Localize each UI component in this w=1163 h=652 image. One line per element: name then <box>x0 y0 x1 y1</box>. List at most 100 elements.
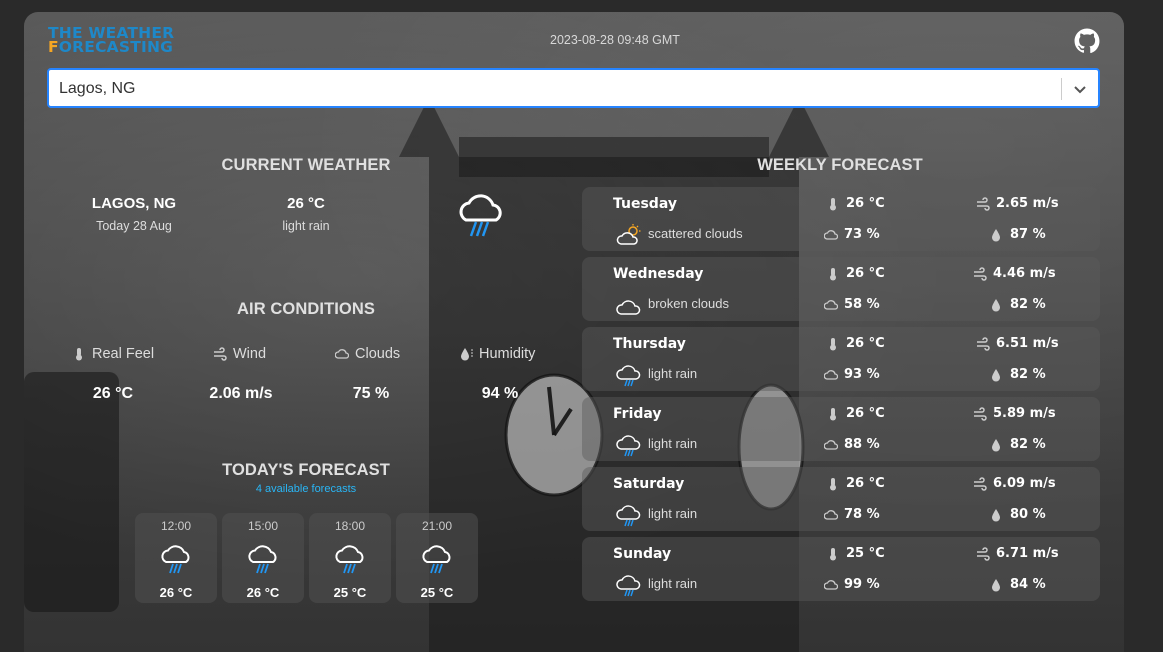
day-temp: 26 °C <box>846 476 885 491</box>
logo-accent-letter: F <box>48 38 59 56</box>
current-date: Today 28 Aug <box>96 219 172 233</box>
day-clouds: 73 % <box>844 227 880 242</box>
hourly-temp: 25 °C <box>420 585 454 600</box>
day-desc: broken clouds <box>648 296 729 311</box>
day-desc: light rain <box>648 576 698 591</box>
thermometer-icon <box>830 337 836 350</box>
todays-forecast-subtitle: 4 available forecasts <box>255 483 357 495</box>
logo-line-2: orecasting <box>58 38 174 56</box>
thermometer-icon <box>830 407 836 420</box>
rain-cloud-icon <box>335 545 364 574</box>
humidity-icon <box>992 228 1000 241</box>
current-temp: 26 °C <box>287 195 325 212</box>
day-desc: scattered clouds <box>648 226 743 241</box>
rain-cloud-icon <box>616 365 641 387</box>
wind-icon <box>977 336 990 351</box>
day-clouds: 78 % <box>844 507 880 522</box>
current-weather-title: CURRENT WEATHER <box>221 156 391 174</box>
day-temp: 26 °C <box>846 196 885 211</box>
thermometer-icon <box>830 197 836 210</box>
air-conditions-title: AIR CONDITIONS <box>237 300 375 318</box>
hourly-forecast-card: 18:00 25 °C <box>309 513 391 603</box>
day-clouds: 93 % <box>844 367 880 382</box>
chevron-down-icon[interactable] <box>1072 81 1088 97</box>
day-clouds: 88 % <box>844 437 880 452</box>
day-name: Saturday <box>613 476 685 492</box>
search-value[interactable]: Lagos, NG <box>59 80 135 98</box>
hourly-time: 15:00 <box>247 519 279 533</box>
rain-cloud-icon <box>248 545 277 574</box>
weekly-day-row: Saturday light rain 26 °C 6.09 m/s 78 % … <box>582 467 1100 531</box>
humidity-icon <box>992 578 1000 591</box>
cloud-icon <box>335 349 349 359</box>
weekly-day-row: Sunday light rain 25 °C 6.71 m/s 99 % 84… <box>582 537 1100 601</box>
weekly-forecast-title: WEEKLY FORECAST <box>757 156 923 174</box>
humidity-icon <box>461 348 473 361</box>
real-feel-value: 26 °C <box>92 385 134 402</box>
weekly-day-row: Wednesday broken clouds 26 °C 4.46 m/s 5… <box>582 257 1100 321</box>
hourly-temp: 26 °C <box>159 585 193 600</box>
day-name: Tuesday <box>613 196 677 212</box>
day-temp: 25 °C <box>846 546 885 561</box>
hourly-temp: 26 °C <box>246 585 280 600</box>
wind-label: Wind <box>233 346 267 362</box>
select-divider <box>1061 78 1062 100</box>
day-clouds: 99 % <box>844 577 880 592</box>
day-name: Wednesday <box>613 266 704 282</box>
cloud-icon <box>824 229 838 240</box>
cloud-icon <box>824 579 838 590</box>
cloud-icon <box>824 369 838 380</box>
rain-cloud-icon <box>459 194 502 237</box>
day-desc: light rain <box>648 436 698 451</box>
rain-cloud-icon <box>616 505 641 527</box>
traffic-light-silhouette <box>24 372 119 612</box>
clouds-value: 75 % <box>352 385 390 402</box>
cloud-icon <box>824 299 838 310</box>
github-icon[interactable] <box>1074 28 1100 54</box>
day-temp: 26 °C <box>846 406 885 421</box>
weekly-day-row: Friday light rain 26 °C 5.89 m/s 88 % 82… <box>582 397 1100 461</box>
humidity-icon <box>992 438 1000 451</box>
current-city: LAGOS, NG <box>91 195 177 212</box>
thermometer-icon <box>830 477 836 490</box>
current-datetime: 2023-08-28 09:48 GMT <box>550 33 680 47</box>
humidity-label: Humidity <box>479 346 536 362</box>
rain-cloud-icon <box>422 545 451 574</box>
sun-cloud-icon <box>616 224 641 245</box>
app-logo[interactable]: The Weather Forecasting <box>48 25 174 56</box>
real-feel-label: Real Feel <box>92 346 155 362</box>
hourly-time: 21:00 <box>421 519 453 533</box>
day-humidity: 87 % <box>1010 227 1046 242</box>
humidity-icon <box>992 298 1000 311</box>
day-wind: 5.89 m/s <box>993 406 1056 421</box>
day-wind: 6.71 m/s <box>996 546 1059 561</box>
wind-icon <box>977 546 990 561</box>
rain-cloud-icon <box>616 575 641 597</box>
weekly-day-row: Thursday light rain 26 °C 6.51 m/s 93 % … <box>582 327 1100 391</box>
hourly-forecast-card: 12:00 26 °C <box>135 513 217 603</box>
humidity-icon <box>992 508 1000 521</box>
real-feel-label-group: Real Feel <box>72 346 154 362</box>
day-clouds: 58 % <box>844 297 880 312</box>
cloud-icon <box>824 439 838 450</box>
day-wind: 6.09 m/s <box>993 476 1056 491</box>
wind-value: 2.06 m/s <box>209 385 273 402</box>
day-humidity: 82 % <box>1010 367 1046 382</box>
day-humidity: 84 % <box>1010 577 1046 592</box>
cloud-icon <box>616 300 641 315</box>
hourly-forecast-card: 21:00 25 °C <box>396 513 478 603</box>
hourly-time: 18:00 <box>334 519 366 533</box>
city-search-select[interactable]: Lagos, NG <box>47 68 1100 108</box>
wind-label-group: Wind <box>213 346 266 362</box>
humidity-icon <box>992 368 1000 381</box>
day-desc: light rain <box>648 506 698 521</box>
day-name: Thursday <box>613 336 686 352</box>
cloud-icon <box>824 509 838 520</box>
wind-icon <box>974 266 987 281</box>
hourly-time: 12:00 <box>160 519 192 533</box>
clouds-label: Clouds <box>355 346 401 362</box>
day-temp: 26 °C <box>846 266 885 281</box>
app-window: The Weather Forecasting 2023-08-28 09:48… <box>24 12 1124 652</box>
clouds-label-group: Clouds <box>335 346 400 362</box>
thermometer-icon <box>76 348 82 361</box>
